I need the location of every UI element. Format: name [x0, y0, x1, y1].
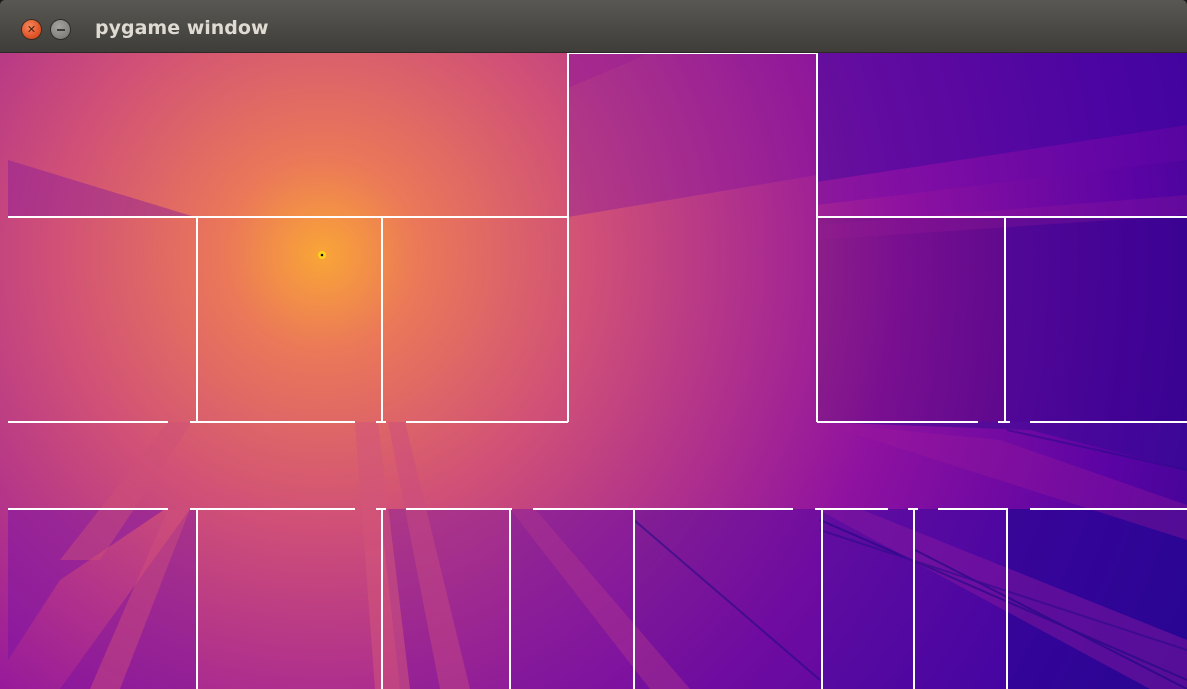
minimize-button[interactable]	[51, 20, 70, 39]
close-button[interactable]: ✕	[22, 20, 41, 39]
pygame-window: ✕ pygame window	[0, 0, 1187, 689]
scene-svg	[0, 53, 1187, 689]
minimize-icon	[56, 28, 65, 31]
light-source-icon[interactable]	[318, 251, 326, 259]
close-icon: ✕	[26, 23, 37, 36]
title-bar[interactable]: ✕ pygame window	[0, 0, 1187, 53]
game-canvas[interactable]	[0, 53, 1187, 689]
window-title: pygame window	[95, 17, 269, 39]
